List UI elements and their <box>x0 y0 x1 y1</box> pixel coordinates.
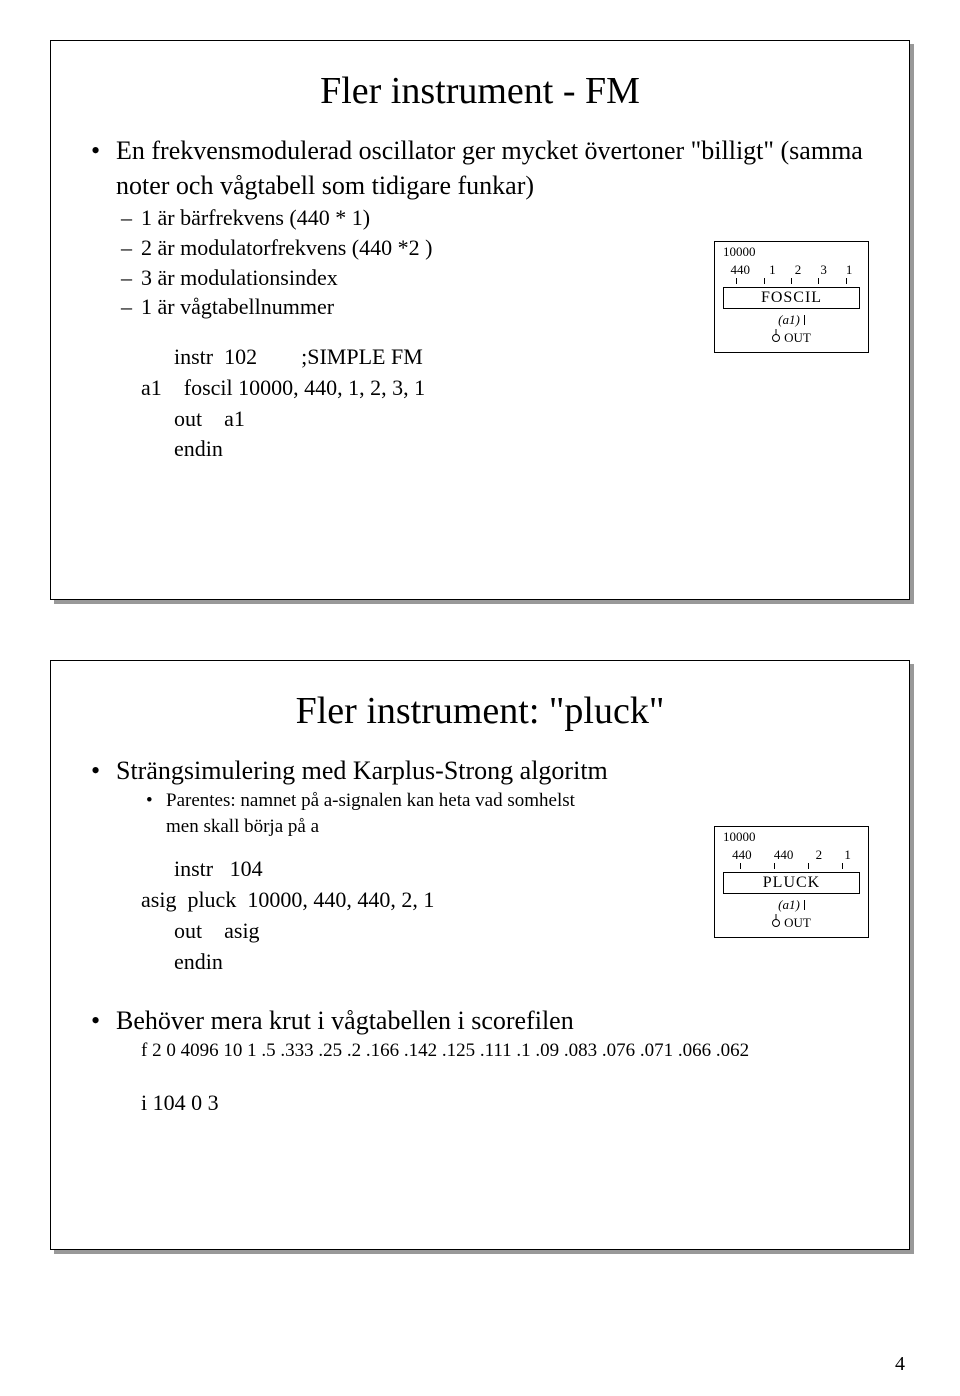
diag1-label-0: 440 <box>731 262 751 278</box>
slide2-title: Fler instrument: "pluck" <box>91 689 869 733</box>
diag2-label-3: 1 <box>844 847 851 863</box>
diag1-label-3: 3 <box>820 262 827 278</box>
slide2-f-line: f 2 0 4096 10 1 .5 .333 .25 .2 .166 .142… <box>91 1038 869 1064</box>
out-circle-icon <box>772 334 780 342</box>
diag1-amp: 10000 <box>715 242 868 260</box>
diag1-sig-row: (a1) <box>715 312 868 328</box>
page-container: Fler instrument - FM En frekvensmodulera… <box>0 0 960 1396</box>
diag1-ticks <box>715 278 868 284</box>
diag2-label-1: 440 <box>774 847 794 863</box>
diag2-out: OUT <box>784 915 811 931</box>
diag1-sig: (a1) <box>778 312 800 328</box>
out-circle-icon <box>772 919 780 927</box>
diag2-amp: 10000 <box>715 827 868 845</box>
slide1-title: Fler instrument - FM <box>91 69 869 113</box>
slide2-i-line: i 104 0 3 <box>91 1088 869 1118</box>
diag2-sig: (a1) <box>778 897 800 913</box>
diag2-ticks <box>715 863 868 869</box>
slide1-code: instr 102 ;SIMPLE FM a1 foscil 10000, 44… <box>141 342 869 465</box>
pluck-diagram: 10000 440 440 2 1 PLUCK (a1) OUT <box>714 826 869 938</box>
slide2-bullet-2: Behöver mera krut i vågtabellen i scoref… <box>91 1003 869 1038</box>
diag2-sig-row: (a1) <box>715 897 868 913</box>
page-number: 4 <box>895 1353 905 1376</box>
slide1-sub-1: 1 är bärfrekvens (440 * 1) <box>91 203 869 233</box>
diag2-box: PLUCK <box>723 872 860 894</box>
diag1-out-row: OUT <box>715 330 868 346</box>
diag2-out-row: OUT <box>715 915 868 931</box>
diag1-label-2: 2 <box>795 262 802 278</box>
diag1-label-1: 1 <box>769 262 776 278</box>
slide2-bullet-1: Strängsimulering med Karplus-Strong algo… <box>91 753 869 788</box>
slide1-bullet-1: En frekvensmodulerad oscillator ger myck… <box>91 133 869 203</box>
diag2-top-labels: 440 440 2 1 <box>715 845 868 863</box>
diag1-out: OUT <box>784 330 811 346</box>
diag2-label-0: 440 <box>732 847 752 863</box>
diag1-label-4: 1 <box>846 262 853 278</box>
diag1-top-labels: 440 1 2 3 1 <box>715 260 868 278</box>
slide-fm: Fler instrument - FM En frekvensmodulera… <box>50 40 910 600</box>
slide-pluck: Fler instrument: "pluck" Strängsimulerin… <box>50 660 910 1250</box>
foscil-diagram: 10000 440 1 2 3 1 FOSCIL (a1) OUT <box>714 241 869 353</box>
slide2-sub-1: Parentes: namnet på a-signalen kan heta … <box>91 788 611 839</box>
diag2-label-2: 2 <box>816 847 823 863</box>
diag1-box: FOSCIL <box>723 287 860 309</box>
